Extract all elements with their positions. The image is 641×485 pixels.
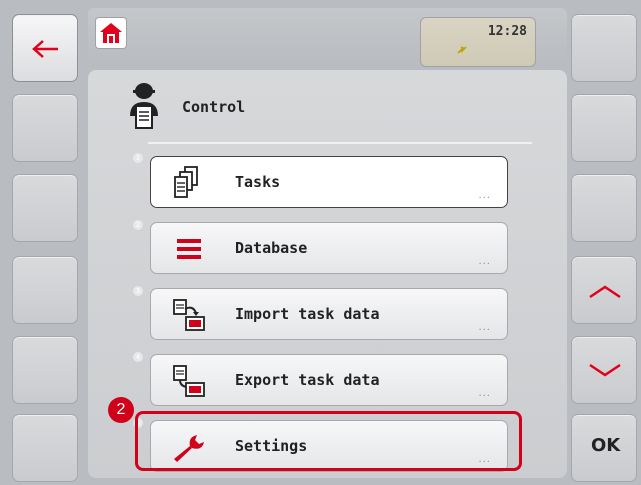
- softkey-right-2[interactable]: [571, 94, 637, 162]
- menu-item-tasks[interactable]: Tasks ...: [150, 156, 508, 208]
- menu-item-label: Database: [235, 239, 308, 257]
- annotation-callout-badge: 2: [108, 397, 134, 423]
- menu-item-database[interactable]: Database ...: [150, 222, 508, 274]
- softkey-left-2[interactable]: [12, 94, 78, 162]
- ok-button[interactable]: OK: [571, 414, 637, 482]
- signal-icon: [457, 46, 467, 54]
- top-bar: 12:28: [88, 8, 567, 68]
- menu-item-import-task-data[interactable]: Import task data ...: [150, 288, 508, 340]
- clock: 12:28: [487, 24, 527, 39]
- chevron-up-icon: [589, 285, 621, 299]
- chevron-down-icon: [589, 363, 621, 377]
- header-divider: [148, 142, 532, 144]
- import-icon: [173, 299, 205, 331]
- menu-item-export-task-data[interactable]: Export task data ...: [150, 354, 508, 406]
- softkey-right-3[interactable]: [571, 174, 637, 242]
- scroll-down-button[interactable]: [571, 336, 637, 404]
- more-indicator: ...: [478, 190, 491, 201]
- home-button[interactable]: [96, 18, 126, 48]
- item-number: 2: [133, 220, 143, 230]
- menu-header: Control: [124, 82, 544, 136]
- softkey-left-3[interactable]: [12, 174, 78, 242]
- more-indicator: ...: [478, 256, 491, 267]
- ok-button-label: OK: [591, 435, 621, 456]
- softkey-left-6[interactable]: [12, 414, 78, 482]
- more-indicator: ...: [478, 388, 491, 399]
- back-button[interactable]: [12, 14, 78, 82]
- more-indicator: ...: [478, 322, 491, 333]
- item-number: 3: [133, 286, 143, 296]
- softkey-left-4[interactable]: [12, 256, 78, 324]
- status-indicator: 12:28: [420, 17, 536, 67]
- home-icon: [100, 23, 122, 43]
- menu-item-label: Export task data: [235, 371, 380, 389]
- tasks-icon: [174, 166, 198, 198]
- item-number: 1: [133, 153, 143, 163]
- main-area: 12:28 Control 1 Tasks ... 2 Database ...…: [88, 8, 567, 478]
- arrow-left-icon: [32, 40, 58, 58]
- menu-item-label: Import task data: [235, 305, 380, 323]
- scroll-up-button[interactable]: [571, 256, 637, 324]
- softkey-left-5[interactable]: [12, 336, 78, 404]
- item-number: 4: [133, 352, 143, 362]
- menu-item-label: Tasks: [235, 173, 281, 191]
- operator-icon: [130, 83, 158, 129]
- softkey-right-1[interactable]: [571, 14, 637, 82]
- database-icon: [177, 239, 201, 259]
- annotation-highlight-frame: [135, 411, 522, 471]
- page-title: Control: [182, 98, 246, 116]
- export-icon: [173, 365, 205, 397]
